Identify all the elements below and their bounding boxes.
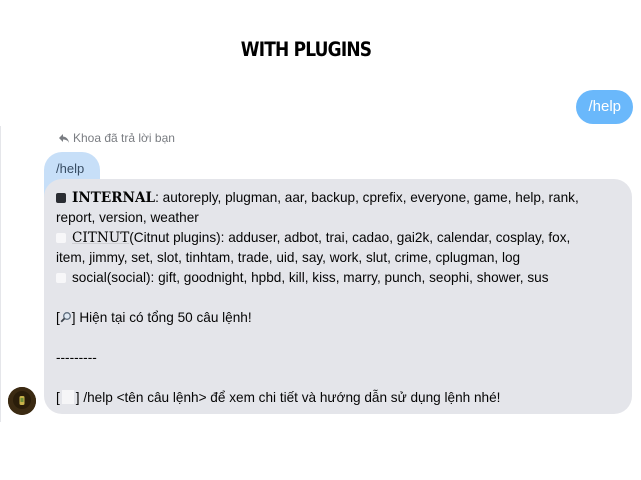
- sender-avatar[interactable]: [8, 387, 36, 415]
- reply-arrow-icon: [59, 134, 69, 143]
- citnut-commands-cont: item, jimmy, set, slot, tinhtam, trade, …: [56, 250, 521, 265]
- citnut-commands: (Citnut plugins): adduser, adbot, trai, …: [129, 230, 571, 245]
- chat-title: WITH PLUGINS: [240, 38, 372, 62]
- message-separator: ---------: [56, 350, 97, 365]
- message-line: [] Hiện tại có tổng 50 câu lệnh!: [56, 308, 622, 328]
- message-line: social(social): gift, goodnight, hpbd, k…: [56, 268, 622, 288]
- internal-commands: : autoreply, plugman, aar, backup, cpref…: [155, 190, 579, 205]
- total-commands-text: ] Hiện tại có tổng 50 câu lệnh!: [71, 310, 252, 325]
- citnut-label: CITNUT: [72, 230, 130, 246]
- black-square-icon: [56, 193, 66, 203]
- avatar-image-icon: [8, 387, 36, 415]
- message-line: INTERNAL: autoreply, plugman, aar, backu…: [56, 188, 622, 208]
- message-line: item, jimmy, set, slot, tinhtam, trade, …: [56, 248, 622, 268]
- help-bracket: [: [56, 390, 60, 405]
- white-square-icon: [56, 273, 66, 283]
- white-square-icon: [56, 233, 66, 243]
- social-commands: social(social): gift, goodnight, hpbd, k…: [72, 270, 549, 285]
- message-line: CITNUT(Citnut plugins): adduser, adbot, …: [56, 228, 622, 248]
- internal-commands-cont: report, version, weather: [56, 210, 199, 225]
- message-line: report, version, weather: [56, 208, 622, 228]
- sent-message-bubble[interactable]: /help: [576, 90, 633, 124]
- bot-message-bubble[interactable]: INTERNAL: autoreply, plugman, aar, backu…: [44, 179, 632, 414]
- internal-label: INTERNAL: [72, 190, 156, 206]
- message-line: [ ] /help <tên câu lệnh> để xem chi tiết …: [56, 388, 622, 408]
- reply-note-text: Khoa đã trả lời bạn: [73, 131, 175, 145]
- magnifier-icon: [60, 312, 71, 323]
- help-usage-text: ] /help <tên câu lệnh> để xem chi tiết v…: [75, 390, 501, 405]
- reply-indicator: Khoa đã trả lời bạn: [58, 131, 175, 145]
- info-emoji-icon: [61, 390, 74, 404]
- chat-divider: [0, 126, 1, 422]
- quoted-message-text: /help: [56, 161, 85, 176]
